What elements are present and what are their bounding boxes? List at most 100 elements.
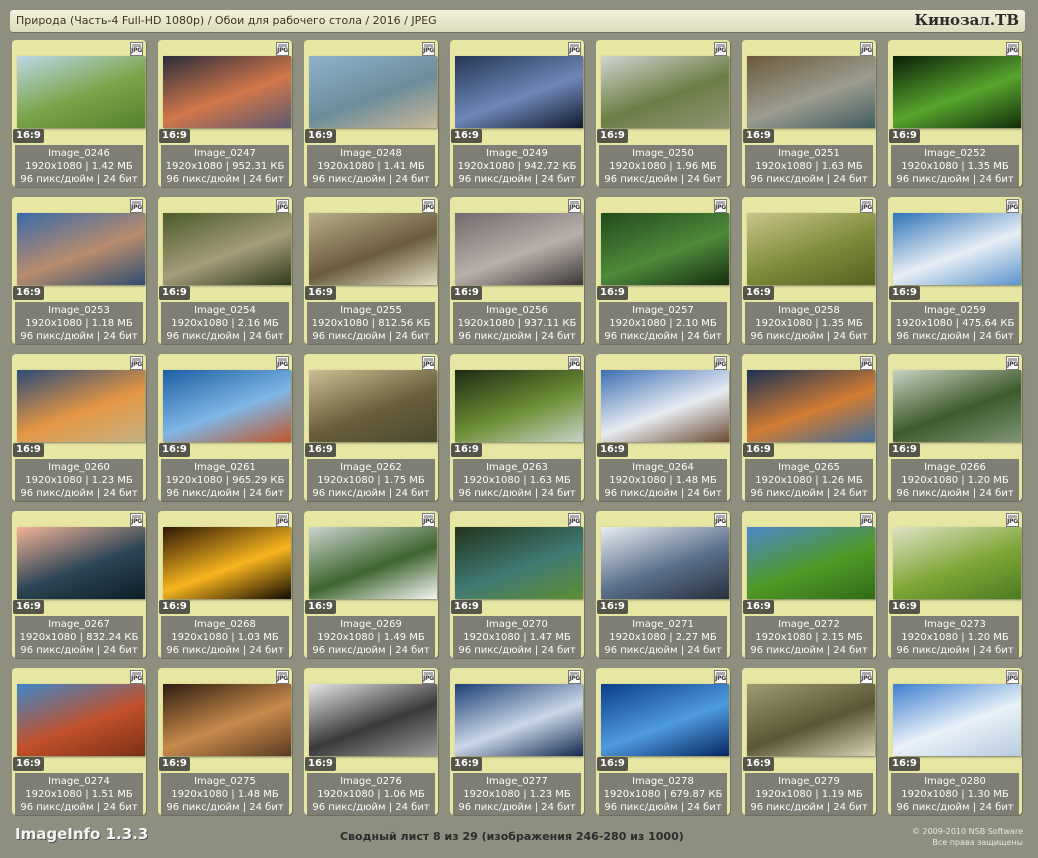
image-info: Image_0261 1920x1080 | 965.29 КБ 96 пикс/д… [161,459,289,501]
thumbnail-tile[interactable]: JPG 16:9 Image_0273 1920x1080 | 1.20 МБ 96 п… [888,511,1022,658]
brand-logo: Кинозал.ТВ [914,11,1019,29]
thumbnail-tile[interactable]: JPG 16:9 Image_0276 1920x1080 | 1.06 МБ 96 п… [304,668,438,815]
image-dimensions: 1920x1080 | 2.16 МБ [171,318,279,329]
image-info: Image_0269 1920x1080 | 1.49 МБ 96 пикс/дюй… [307,616,435,658]
image-thumbnail[interactable] [455,527,583,599]
image-info: Image_0249 1920x1080 | 942.72 КБ 96 пикс/д… [453,145,581,187]
image-thumbnail[interactable] [601,56,729,128]
image-info: Image_0251 1920x1080 | 1.63 МБ 96 пикс/дюй… [745,145,873,187]
thumbnail-tile[interactable]: JPG 16:9 Image_0262 1920x1080 | 1.75 МБ 96 п… [304,354,438,501]
thumbnail-tile[interactable]: JPG 16:9 Image_0274 1920x1080 | 1.51 МБ 96 п… [12,668,146,815]
thumbnail-tile[interactable]: JPG 16:9 Image_0247 1920x1080 | 952.31 КБ 96… [158,40,292,187]
thumbnail-tile[interactable]: JPG 16:9 Image_0271 1920x1080 | 2.27 МБ 96 п… [596,511,730,658]
jpg-file-icon: JPG [860,42,873,56]
jpg-file-icon: JPG [860,513,873,527]
image-thumbnail[interactable] [601,213,729,285]
jpg-file-icon: JPG [130,513,143,527]
image-info: Image_0276 1920x1080 | 1.06 МБ 96 пикс/дюй… [307,773,435,815]
image-thumbnail[interactable] [455,213,583,285]
thumbnail-tile[interactable]: JPG 16:9 Image_0249 1920x1080 | 942.72 КБ 96… [450,40,584,187]
image-thumbnail[interactable] [893,370,1021,442]
image-thumbnail[interactable] [747,370,875,442]
image-thumbnail[interactable] [163,684,291,756]
image-thumbnail[interactable] [309,684,437,756]
thumbnail-tile[interactable]: JPG 16:9 Image_0256 1920x1080 | 937.11 КБ 96… [450,197,584,344]
image-thumbnail[interactable] [601,370,729,442]
thumbnail-tile[interactable]: JPG 16:9 Image_0253 1920x1080 | 1.18 МБ 96 п… [12,197,146,344]
image-thumbnail[interactable] [163,213,291,285]
thumbnail-tile[interactable]: JPG 16:9 Image_0278 1920x1080 | 679.87 КБ 96… [596,668,730,815]
image-thumbnail[interactable] [163,56,291,128]
image-thumbnail[interactable] [601,527,729,599]
image-thumbnail[interactable] [747,56,875,128]
thumbnail-tile[interactable]: JPG 16:9 Image_0250 1920x1080 | 1.96 МБ 96 п… [596,40,730,187]
thumbnail-tile[interactable]: JPG 16:9 Image_0261 1920x1080 | 965.29 КБ 96… [158,354,292,501]
image-thumbnail[interactable] [455,56,583,128]
thumbnail-tile[interactable]: JPG 16:9 Image_0263 1920x1080 | 1.63 МБ 96 п… [450,354,584,501]
image-thumbnail[interactable] [163,370,291,442]
thumbnail-tile[interactable]: JPG 16:9 Image_0266 1920x1080 | 1.20 МБ 96 п… [888,354,1022,501]
thumbnail-tile[interactable]: JPG 16:9 Image_0270 1920x1080 | 1.47 МБ 96 п… [450,511,584,658]
image-info: Image_0268 1920x1080 | 1.03 МБ 96 пикс/дюй… [161,616,289,658]
image-thumbnail[interactable] [893,684,1021,756]
thumbnail-tile[interactable]: JPG 16:9 Image_0257 1920x1080 | 2.10 МБ 96 п… [596,197,730,344]
jpg-file-icon: JPG [276,199,289,213]
thumbnail-tile[interactable]: JPG 16:9 Image_0254 1920x1080 | 2.16 МБ 96 п… [158,197,292,344]
thumbnail-tile[interactable]: JPG 16:9 Image_0259 1920x1080 | 475.64 КБ 96… [888,197,1022,344]
thumbnail-tile[interactable]: JPG 16:9 Image_0260 1920x1080 | 1.23 МБ 96 п… [12,354,146,501]
image-thumbnail[interactable] [309,527,437,599]
image-thumbnail[interactable] [893,527,1021,599]
image-thumbnail[interactable] [17,527,145,599]
image-name: Image_0254 [194,305,256,316]
image-thumbnail[interactable] [309,56,437,128]
thumbnail-tile[interactable]: JPG 16:9 Image_0280 1920x1080 | 1.30 МБ 96 п… [888,668,1022,815]
image-dimensions: 1920x1080 | 1.96 МБ [609,161,717,172]
aspect-ratio-badge: 16:9 [743,443,774,457]
image-thumbnail[interactable] [747,684,875,756]
image-name: Image_0270 [486,619,548,630]
image-thumbnail[interactable] [163,527,291,599]
aspect-ratio-badge: 16:9 [159,443,190,457]
thumbnail-tile[interactable]: JPG 16:9 Image_0279 1920x1080 | 1.19 МБ 96 п… [742,668,876,815]
aspect-ratio-badge: 16:9 [597,286,628,300]
aspect-ratio-badge: 16:9 [13,443,44,457]
thumbnail-tile[interactable]: JPG 16:9 Image_0252 1920x1080 | 1.35 МБ 96 п… [888,40,1022,187]
jpg-file-icon: JPG [568,199,581,213]
image-thumbnail[interactable] [309,370,437,442]
image-thumbnail[interactable] [17,213,145,285]
image-dimensions: 1920x1080 | 1.23 МБ [25,475,133,486]
image-meta: 96 пикс/дюйм | 24 бит [896,174,1014,185]
thumbnail-tile[interactable]: JPG 16:9 Image_0269 1920x1080 | 1.49 МБ 96 п… [304,511,438,658]
thumbnail-tile[interactable]: JPG 16:9 Image_0265 1920x1080 | 1.26 МБ 96 п… [742,354,876,501]
image-name: Image_0268 [194,619,256,630]
image-thumbnail[interactable] [747,213,875,285]
thumbnail-tile[interactable]: JPG 16:9 Image_0264 1920x1080 | 1.48 МБ 96 п… [596,354,730,501]
jpg-file-icon: JPG [1006,199,1019,213]
image-name: Image_0264 [632,462,694,473]
thumbnail-tile[interactable]: JPG 16:9 Image_0255 1920x1080 | 812.56 КБ 96… [304,197,438,344]
jpg-file-icon: JPG [568,513,581,527]
image-thumbnail[interactable] [893,56,1021,128]
image-dimensions: 1920x1080 | 942.72 КБ [457,161,577,172]
image-thumbnail[interactable] [747,527,875,599]
aspect-ratio-badge: 16:9 [159,129,190,143]
image-thumbnail[interactable] [309,213,437,285]
image-thumbnail[interactable] [17,684,145,756]
thumbnail-tile[interactable]: JPG 16:9 Image_0258 1920x1080 | 1.35 МБ 96 п… [742,197,876,344]
thumbnail-tile[interactable]: JPG 16:9 Image_0248 1920x1080 | 1.41 МБ 96 п… [304,40,438,187]
image-thumbnail[interactable] [17,56,145,128]
thumbnail-tile[interactable]: JPG 16:9 Image_0246 1920x1080 | 1.42 МБ 96 п… [12,40,146,187]
thumbnail-tile[interactable]: JPG 16:9 Image_0268 1920x1080 | 1.03 МБ 96 п… [158,511,292,658]
image-thumbnail[interactable] [893,213,1021,285]
thumbnail-tile[interactable]: JPG 16:9 Image_0251 1920x1080 | 1.63 МБ 96 п… [742,40,876,187]
image-dimensions: 1920x1080 | 1.20 МБ [901,632,1009,643]
thumbnail-tile[interactable]: JPG 16:9 Image_0267 1920x1080 | 832.24 КБ 96… [12,511,146,658]
thumbnail-tile[interactable]: JPG 16:9 Image_0275 1920x1080 | 1.48 МБ 96 п… [158,668,292,815]
image-thumbnail[interactable] [17,370,145,442]
image-thumbnail[interactable] [601,684,729,756]
app-name: ImageInfo 1.3.3 [15,825,149,843]
image-thumbnail[interactable] [455,370,583,442]
thumbnail-tile[interactable]: JPG 16:9 Image_0272 1920x1080 | 2.15 МБ 96 п… [742,511,876,658]
thumbnail-tile[interactable]: JPG 16:9 Image_0277 1920x1080 | 1.23 МБ 96 п… [450,668,584,815]
image-thumbnail[interactable] [455,684,583,756]
